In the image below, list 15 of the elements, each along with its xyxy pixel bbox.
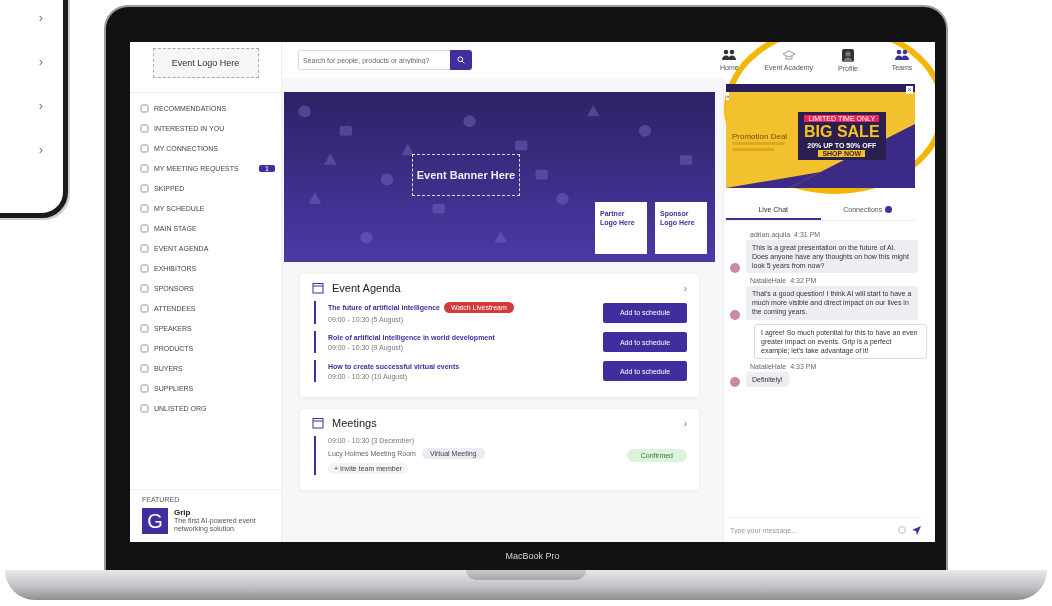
chevron-icon[interactable]: › [683,282,687,294]
placeholder-text: Event Banner Here [416,169,516,181]
featured-title: Grip [174,508,192,517]
chevron-icon: › [38,141,43,159]
card-title: Event Agenda [332,282,402,294]
placeholder-text: Event Logo Here [171,58,240,68]
device-label: MacBook Pro [505,551,560,561]
chevron-icon: › [38,9,43,27]
chevron-icon[interactable]: › [683,417,687,429]
app-logo: G [142,508,168,534]
card-title: Meetings [332,417,378,429]
chevron-icon: › [38,97,43,115]
chevron-icon: › [38,53,43,71]
close-icon[interactable]: × [906,86,913,94]
promotion-title: Promotion Deal [731,131,789,141]
